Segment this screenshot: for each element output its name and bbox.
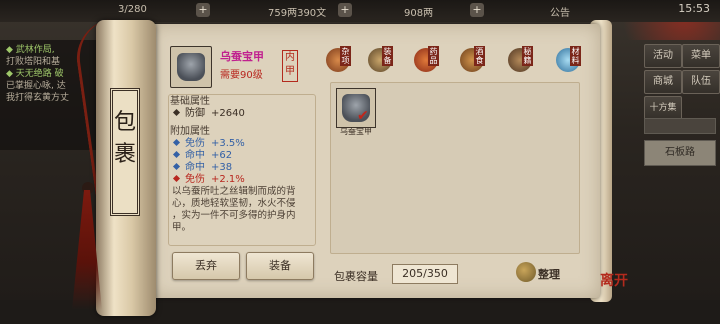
extra-attr-row: 命中 +38 xyxy=(170,162,310,174)
attr-name: 免伤 xyxy=(185,138,205,149)
team-button[interactable]: 队伍 xyxy=(682,70,720,94)
tab-food[interactable]: 酒食 xyxy=(456,44,488,78)
announcement-link[interactable]: 公告 xyxy=(550,4,570,19)
attr-name: 命中 xyxy=(185,150,205,161)
location-label[interactable]: 石板路 xyxy=(644,140,716,166)
location-header xyxy=(644,118,716,134)
tab-medicine[interactable]: 药品 xyxy=(410,44,442,78)
attr-value: +3.5% xyxy=(211,138,245,149)
tab-label: 秘籍 xyxy=(522,46,533,66)
tab-label: 材料 xyxy=(570,46,581,66)
diamond-icon xyxy=(172,162,181,171)
add-gold-button[interactable]: + xyxy=(470,3,484,17)
diamond-icon xyxy=(172,150,181,159)
base-attr-title: 基础属性 xyxy=(170,96,210,107)
description-line: 以乌蚕所吐之丝辑制而成的背 xyxy=(172,186,296,197)
money-value: 759两390文 xyxy=(268,8,327,19)
attr-name: 免伤 xyxy=(185,174,205,185)
sort-bag-icon[interactable] xyxy=(516,262,536,282)
tab-manual[interactable]: 秘籍 xyxy=(504,44,536,78)
gold-value: 908两 xyxy=(404,8,434,19)
selected-item-icon xyxy=(170,46,212,88)
clock: 15:53 xyxy=(678,2,710,15)
attr-name: 命中 xyxy=(185,162,205,173)
discard-button[interactable]: 丢弃 xyxy=(172,252,240,280)
add-money-button[interactable]: + xyxy=(338,3,352,17)
diamond-icon xyxy=(172,108,181,117)
tab-equipment[interactable]: 装备 xyxy=(364,44,396,78)
item-description: 以乌蚕所吐之丝辑制而成的背 心，质地轻软坚韧，水火不侵 ，实为一件不可多得的护身… xyxy=(172,186,308,234)
attr-value: +62 xyxy=(211,150,233,161)
inventory-slot[interactable]: ✔ xyxy=(336,88,376,128)
tab-misc[interactable]: 杂项 xyxy=(322,44,354,78)
tab-label: 装备 xyxy=(382,46,393,66)
armor-icon xyxy=(177,53,205,81)
equip-button[interactable]: 装备 xyxy=(246,252,314,280)
attr-value: +38 xyxy=(211,162,233,173)
activity-button[interactable]: 活动 xyxy=(644,44,682,68)
attribute-panel: 基础属性 防御 +2640 附加属性 免伤 +3.5% 命中 +62 命中 +38 免伤… xyxy=(170,96,310,185)
description-line: 甲。 xyxy=(172,222,192,233)
tab-label: 药品 xyxy=(428,46,439,66)
attr-name: 防御 xyxy=(185,108,205,119)
shop-button[interactable]: 商城 xyxy=(644,70,682,94)
base-attr-row: 防御 +2640 xyxy=(170,108,310,120)
checkmark-icon: ✔ xyxy=(357,108,369,124)
item-type-seal: 内甲 xyxy=(282,50,298,82)
description-line: 心，质地轻软坚韧，水火不侵 xyxy=(172,198,296,209)
extra-attr-row: 命中 +62 xyxy=(170,150,310,162)
slot-item-name: 乌蚕宝甲 xyxy=(340,127,372,136)
attr-value: +2.1% xyxy=(211,174,245,185)
extra-attr-title: 附加属性 xyxy=(170,126,210,137)
item-requirement: 需要90级 xyxy=(220,70,263,81)
tab-label: 酒食 xyxy=(474,46,485,66)
sort-button[interactable]: 整理 xyxy=(538,266,560,282)
item-name: 乌蚕宝甲 xyxy=(220,50,264,63)
extra-attr-row: 免伤 +2.1% xyxy=(170,174,310,186)
add-energy-button[interactable]: + xyxy=(196,3,210,17)
scroll-title: 包裹 xyxy=(110,88,140,216)
energy-value: 3/280 xyxy=(118,4,147,15)
extra-attr-row: 免伤 +3.5% xyxy=(170,138,310,150)
description-line: ，实为一件不可多得的护身内 xyxy=(172,210,296,221)
capacity-label: 包裹容量 xyxy=(334,270,378,283)
leave-button[interactable]: 离开 xyxy=(600,270,630,290)
diamond-icon xyxy=(172,174,181,183)
menu-button[interactable]: 菜单 xyxy=(682,44,720,68)
tab-material[interactable]: 材料 xyxy=(552,44,584,78)
capacity-value: 205/350 xyxy=(392,264,458,284)
diamond-icon xyxy=(172,138,181,147)
attr-value: +2640 xyxy=(211,108,245,119)
tab-label: 杂项 xyxy=(340,46,351,66)
ten-gang-button[interactable]: 十方集 xyxy=(644,96,682,120)
